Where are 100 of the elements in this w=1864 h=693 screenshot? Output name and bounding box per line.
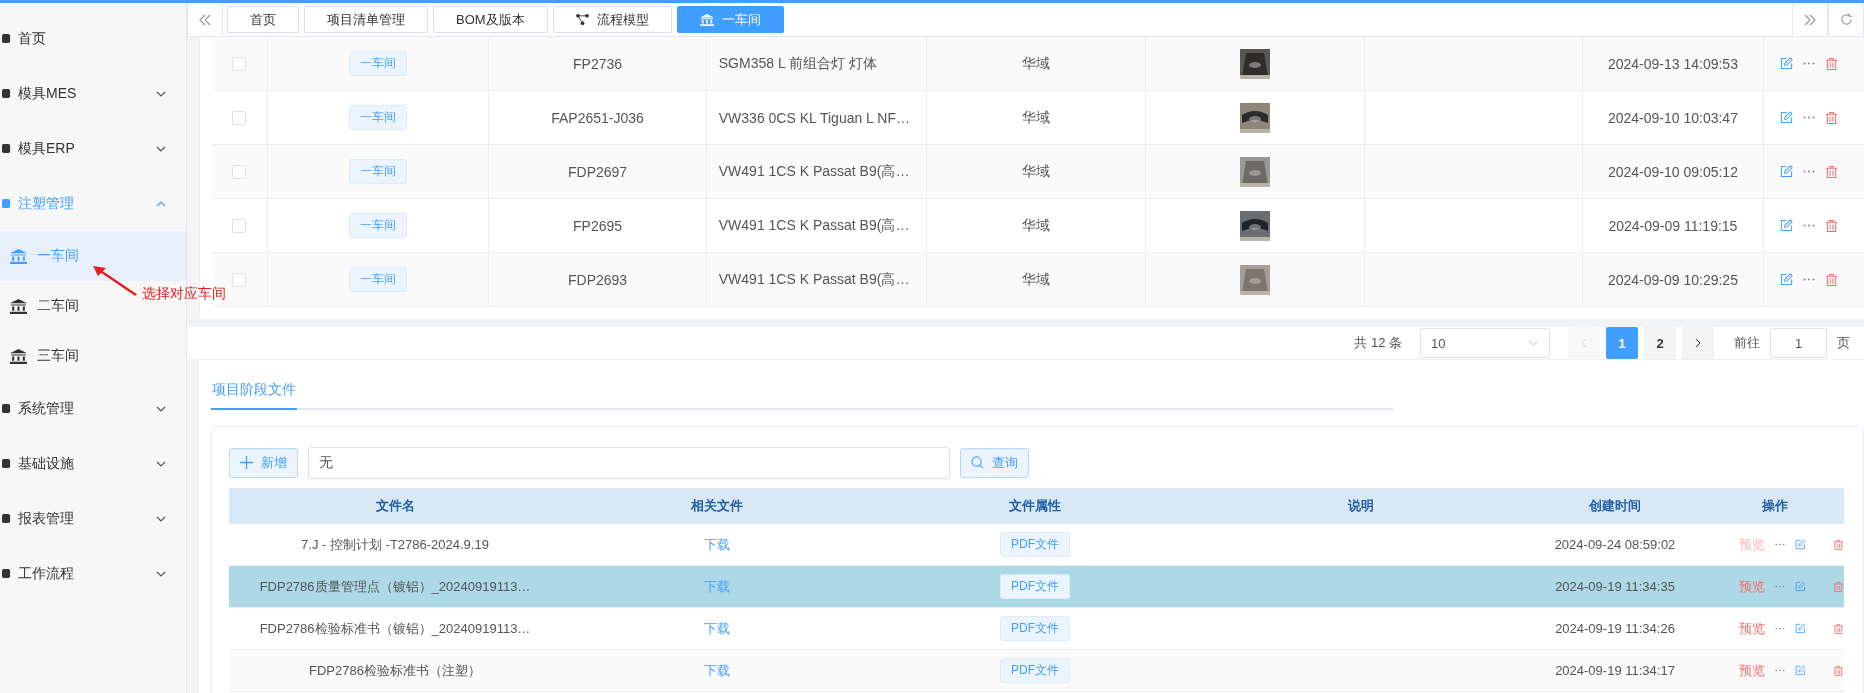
chevron-down-icon	[156, 515, 166, 522]
workshop-tag: 一车间	[349, 159, 408, 184]
delete-icon[interactable]	[1833, 537, 1844, 552]
table-cell: 2024-09-09 10:29:25	[1607, 271, 1738, 288]
nav-item[interactable]: 模具MES	[0, 66, 186, 121]
goto-label: 前往	[1734, 334, 1760, 352]
table-cell: FDP2786质量管理点（镀铝）_20240919113…	[259, 577, 531, 596]
page-tab[interactable]: 项目清单管理	[304, 6, 428, 33]
more-icon[interactable]	[1803, 170, 1816, 173]
flow-icon	[575, 14, 589, 25]
sub-nav-item[interactable]: 二车间	[0, 281, 88, 331]
delete-icon[interactable]	[1825, 164, 1839, 179]
table-cell: 华域	[1022, 270, 1050, 289]
table-cell: 华域	[1022, 54, 1050, 73]
table-cell: VW336 0CS KL Tiguan L NF…	[718, 109, 910, 126]
more-icon[interactable]	[1803, 278, 1816, 281]
edit-icon[interactable]	[1780, 111, 1794, 124]
delete-icon[interactable]	[1825, 110, 1839, 125]
table-row[interactable]: FDP2786检验标准书（注塑） 下载 PDF文件 2024-09-19 11:34:17 预览	[229, 650, 1844, 692]
row-checkbox[interactable]	[232, 110, 247, 125]
column-header: 文件属性	[1009, 497, 1061, 515]
row-checkbox[interactable]	[232, 56, 247, 71]
table-row[interactable]: FDP2786质量管理点（镀铝）_20240919113… 下载 PDF文件 2024-09-19 11:34:35 预览	[229, 566, 1844, 608]
collapse-left-button[interactable]	[187, 3, 223, 36]
edit-icon[interactable]	[1794, 538, 1806, 551]
chevron-down-icon	[156, 90, 166, 97]
table-cell: 华域	[1022, 108, 1050, 127]
more-icon[interactable]	[1775, 669, 1785, 672]
table-cell: FP2736	[573, 55, 623, 72]
file-type-tag: PDF文件	[1000, 574, 1070, 599]
page-tab[interactable]: 首页	[227, 6, 299, 33]
table-cell: 华域	[1022, 216, 1050, 235]
plus-icon	[240, 456, 253, 469]
column-header: 文件名	[375, 497, 415, 515]
more-icon[interactable]	[1803, 62, 1816, 65]
table-cell: 2024-09-10 09:05:12	[1607, 163, 1738, 180]
delete-icon[interactable]	[1825, 218, 1839, 233]
table-cell: FDP2693	[567, 271, 628, 288]
page-tab[interactable]: 流程模型	[552, 6, 672, 33]
edit-icon[interactable]	[1780, 57, 1794, 70]
more-icon[interactable]	[1775, 585, 1785, 588]
column-header: 操作	[1761, 497, 1788, 515]
chevron-down-icon	[156, 570, 166, 577]
edit-icon[interactable]	[1780, 219, 1794, 232]
delete-icon[interactable]	[1833, 663, 1844, 678]
table-cell: 2024-09-09 11:19:15	[1608, 217, 1738, 234]
nav-item[interactable]: 系统管理	[0, 381, 186, 436]
row-checkbox[interactable]	[232, 218, 247, 233]
edit-icon[interactable]	[1780, 165, 1794, 178]
double-chevron-right-icon	[1804, 13, 1816, 26]
chevron-down-icon	[1528, 340, 1539, 346]
table-cell: VW491 1CS K Passat B9(高…	[718, 162, 910, 181]
row-checkbox[interactable]	[232, 164, 247, 179]
bank-icon	[10, 298, 27, 314]
annotation-arrow	[92, 265, 138, 297]
table-cell: 7.J - 控制计划 -T2786-2024.9.19	[301, 535, 489, 554]
more-icon[interactable]	[1803, 224, 1816, 227]
collapse-right-button[interactable]	[1792, 3, 1828, 36]
table-cell: VW491 1CS K Passat B9(高…	[718, 270, 910, 289]
goto-page-field[interactable]: 1	[1770, 328, 1827, 358]
file-type-tag: PDF文件	[1000, 658, 1070, 683]
workshop-tag: 一车间	[349, 267, 408, 292]
table-cell: 2024-09-19 11:34:17	[1555, 663, 1675, 678]
nav-item[interactable]: 模具ERP	[0, 121, 186, 176]
column-header: 相关文件	[691, 497, 743, 515]
more-icon[interactable]	[1775, 627, 1785, 630]
nav-item[interactable]: 基础设施	[0, 436, 186, 491]
refresh-button[interactable]	[1828, 3, 1864, 36]
edit-icon[interactable]	[1794, 664, 1806, 677]
column-header: 创建时间	[1589, 497, 1641, 515]
search-field[interactable]: 无	[308, 446, 950, 479]
delete-icon[interactable]	[1825, 272, 1839, 287]
page-button[interactable]: 2	[1644, 327, 1676, 359]
table-cell: 2024-09-19 11:34:26	[1555, 621, 1675, 636]
page-size-select[interactable]: 10	[1420, 328, 1550, 358]
nav-item[interactable]: 工作流程	[0, 546, 186, 601]
table-cell: FDP2786检验标准书（注塑）	[309, 661, 481, 680]
file-type-tag: PDF文件	[1000, 616, 1070, 641]
table-cell: FAP2651-J036	[551, 109, 644, 126]
nav-item[interactable]: 报表管理	[0, 491, 186, 546]
bank-icon	[10, 248, 27, 264]
nav-item[interactable]: 首页	[0, 11, 186, 66]
column-header: 说明	[1348, 497, 1374, 515]
chevron-right-icon	[1695, 338, 1701, 348]
more-icon[interactable]	[1803, 116, 1816, 119]
workshop-tag: 一车间	[349, 51, 408, 76]
file-type-tag: PDF文件	[1000, 532, 1070, 557]
edit-icon[interactable]	[1794, 580, 1806, 593]
delete-icon[interactable]	[1833, 579, 1844, 594]
more-icon[interactable]	[1775, 543, 1785, 546]
edit-icon[interactable]	[1780, 273, 1794, 286]
delete-icon[interactable]	[1833, 621, 1844, 636]
sub-nav-item[interactable]: 三车间	[0, 331, 88, 381]
workshop-tag: 一车间	[349, 105, 408, 130]
chevron-up-icon	[156, 200, 166, 207]
annotation-text: 选择对应车间	[142, 285, 226, 303]
edit-icon[interactable]	[1794, 622, 1806, 635]
delete-icon[interactable]	[1825, 56, 1839, 71]
page-tab[interactable]: BOM及版本	[433, 6, 548, 33]
row-checkbox[interactable]	[232, 272, 247, 287]
